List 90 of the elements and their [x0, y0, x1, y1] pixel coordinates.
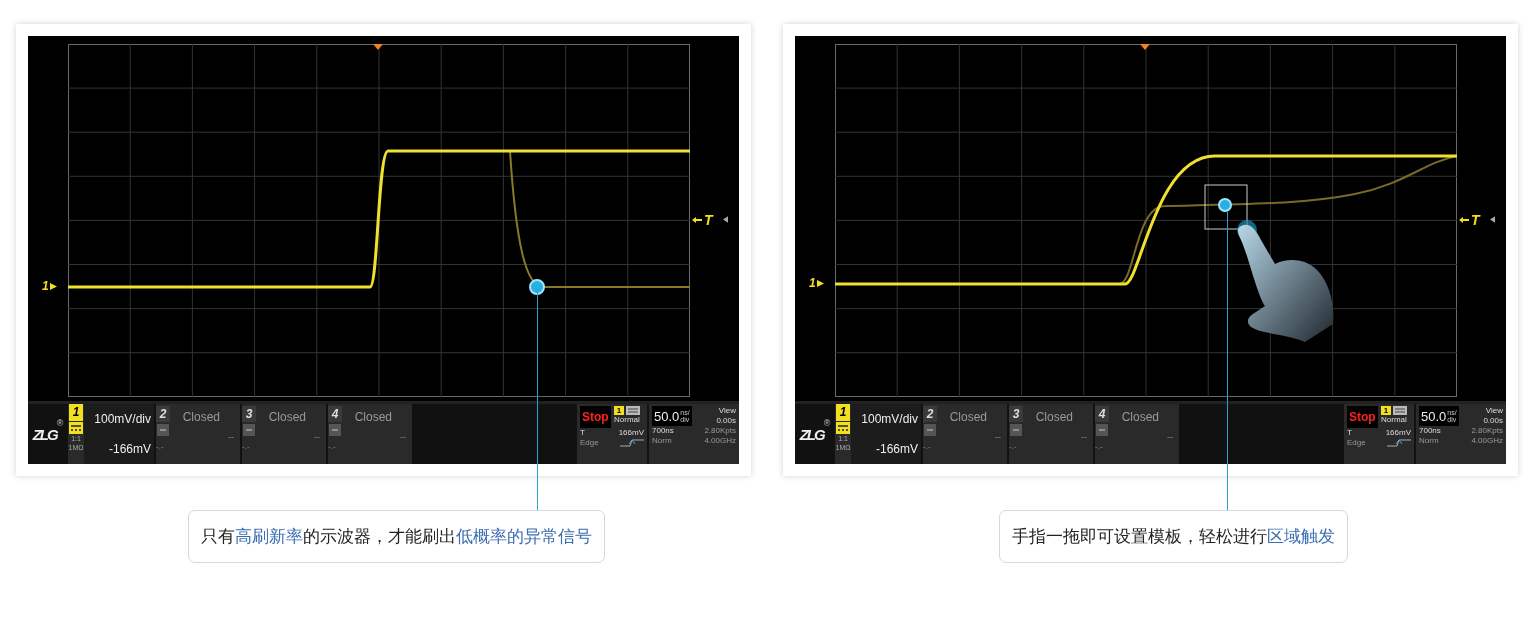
channel-number: 3 — [1009, 406, 1023, 422]
sample-rate: 4.00GHz — [704, 436, 736, 446]
trigger-source: 1 — [613, 406, 625, 415]
channel-status: Closed — [949, 410, 987, 424]
channel-number: 1 — [69, 404, 83, 421]
logo: ZLG — [799, 425, 824, 443]
coupling-icon — [1393, 406, 1408, 415]
trigger-level: 166mV — [1385, 428, 1411, 438]
channel-number: 4 — [328, 406, 342, 422]
channel-status: Closed — [268, 410, 306, 424]
trigger-type: Edge — [1347, 438, 1366, 448]
rising-edge-icon — [1387, 439, 1411, 447]
dc-coupling-icon — [836, 422, 850, 434]
arrow-icon — [692, 217, 702, 223]
trigger-marker: T — [1471, 212, 1480, 228]
channel-scale: -- — [228, 432, 234, 442]
channel-status: Closed — [1035, 410, 1073, 424]
time-scale: 50.0 — [1421, 408, 1447, 424]
channel-marker: 1 — [809, 276, 816, 290]
sample-rate: 4.00GHz — [1471, 436, 1503, 446]
channel-status: Closed — [182, 410, 220, 424]
channel-scale: -- — [1167, 432, 1173, 442]
channel-status: Closed — [354, 410, 392, 424]
channel-scale: -- — [314, 432, 320, 442]
minus-icon — [924, 424, 936, 436]
channel-offset: -.- — [1095, 442, 1104, 451]
channel-number: 3 — [242, 406, 256, 422]
minus-icon — [157, 424, 169, 436]
trigger-mode: Normal — [614, 415, 640, 424]
rising-edge-icon — [620, 439, 644, 447]
time-scale: 50.0 — [654, 408, 680, 424]
acquisition-mode: Norm — [1419, 436, 1439, 446]
arrow-icon — [1459, 217, 1469, 223]
coupling-icon — [626, 406, 641, 415]
memory-depth: 2.80Kpts — [1471, 426, 1503, 436]
caption-text: 手指一拖即可设置模板，轻松进行区域触发 — [1012, 526, 1335, 546]
acquisition-mode: Norm — [652, 436, 672, 446]
channel-number: 4 — [1095, 406, 1109, 422]
vertical-offset: -166mV — [108, 442, 151, 456]
trigger-delay: 700ns — [1419, 426, 1441, 436]
channel-offset: -.- — [1009, 442, 1018, 451]
channel-offset: -.- — [923, 442, 932, 451]
channel-offset: -.- — [328, 442, 337, 451]
run-state: Stop — [1347, 406, 1378, 428]
channel-panel[interactable]: 2 -.- Closed -- — [923, 404, 1007, 464]
memory-depth: 2.80Kpts — [704, 426, 736, 436]
view-label: View — [1485, 406, 1503, 416]
scroll-arrow-icon[interactable] — [722, 216, 728, 223]
run-state: Stop — [580, 406, 611, 428]
registered-mark: ® — [56, 418, 64, 428]
channel-panel[interactable]: 2 -.- Closed -- — [156, 404, 240, 464]
channel-scale: -- — [400, 432, 406, 442]
trigger-mode: Normal — [1381, 415, 1407, 424]
channel-panel[interactable]: 4 -.- Closed -- — [1095, 404, 1179, 464]
vertical-scale: 100mV/div — [94, 412, 151, 426]
view-time: 0.00s — [716, 416, 736, 426]
registered-mark: ® — [823, 418, 831, 428]
minus-icon — [329, 424, 341, 436]
vertical-offset: -166mV — [875, 442, 918, 456]
minus-icon — [243, 424, 255, 436]
trigger-label: T — [580, 428, 585, 438]
scroll-arrow-icon[interactable] — [1489, 216, 1495, 223]
channel-panel[interactable]: 4 -.- Closed -- — [328, 404, 412, 464]
view-label: View — [718, 406, 736, 416]
vertical-scale: 100mV/div — [861, 412, 918, 426]
trigger-type: Edge — [580, 438, 599, 448]
trigger-level: 166mV — [618, 428, 644, 438]
dc-coupling-icon — [69, 422, 83, 434]
channel-panel[interactable]: 3 -.- Closed -- — [242, 404, 326, 464]
channel-number: 2 — [923, 406, 937, 422]
trigger-delay: 700ns — [652, 426, 674, 436]
channel-status: Closed — [1121, 410, 1159, 424]
trigger-label: T — [1347, 428, 1352, 438]
view-time: 0.00s — [1483, 416, 1503, 426]
trigger-marker: T — [704, 212, 713, 228]
channel-number: 2 — [156, 406, 170, 422]
channel-scale: -- — [1081, 432, 1087, 442]
arrow-icon — [816, 279, 824, 287]
logo: ZLG — [32, 425, 57, 443]
channel-marker: 1 — [42, 279, 49, 293]
channel-scale: -- — [995, 432, 1001, 442]
trigger-source: 1 — [1380, 406, 1392, 415]
channel-panel[interactable]: 3 -.- Closed -- — [1009, 404, 1093, 464]
caption-text: 只有高刷新率的示波器，才能刷出低概率的异常信号 — [201, 526, 592, 546]
channel-offset: -.- — [242, 442, 251, 451]
minus-icon — [1010, 424, 1022, 436]
channel-number: 1 — [836, 404, 850, 421]
arrow-icon — [49, 282, 57, 290]
channel-offset: -.- — [156, 442, 165, 451]
minus-icon — [1096, 424, 1108, 436]
